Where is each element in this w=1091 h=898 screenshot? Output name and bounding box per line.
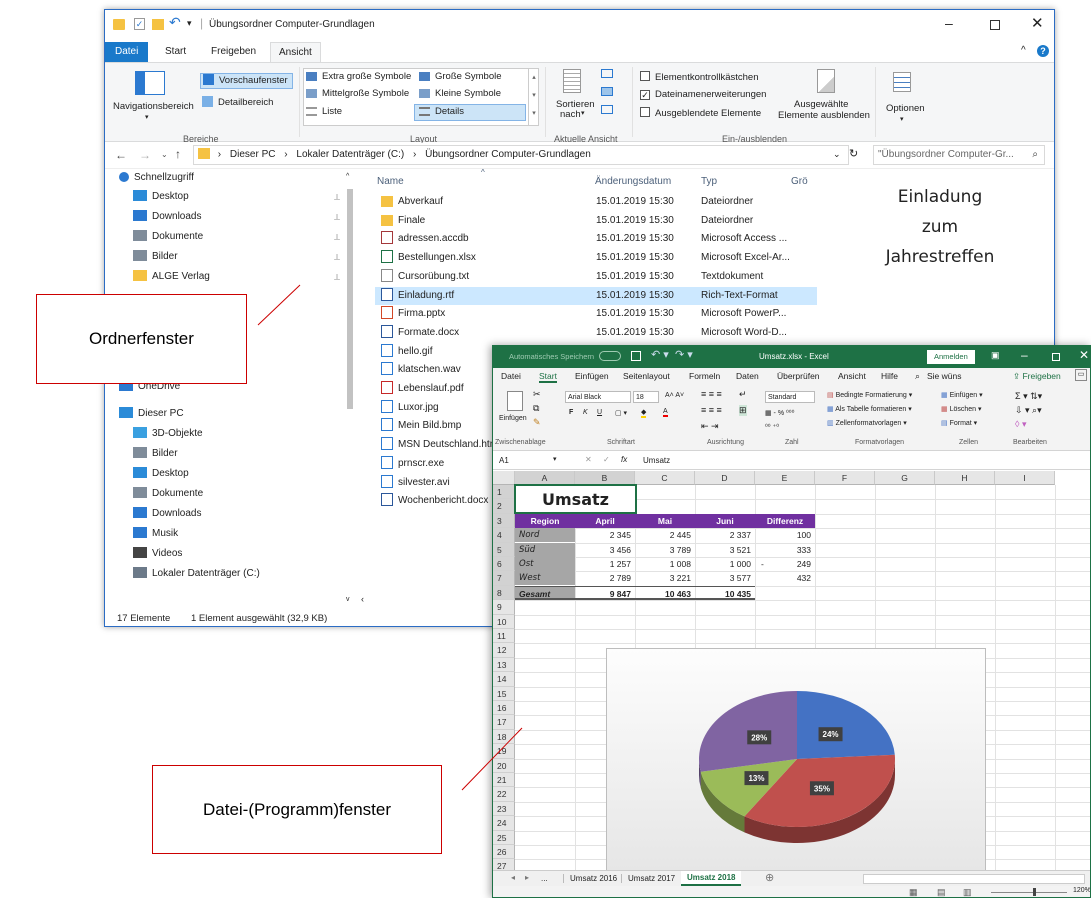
callout-file-window: Datei-(Programm)fenster <box>152 765 442 854</box>
callout-lines <box>257 284 523 791</box>
callout-folder-window: Ordnerfenster <box>36 294 247 384</box>
callout-line <box>257 284 301 326</box>
callout-line <box>461 727 523 791</box>
